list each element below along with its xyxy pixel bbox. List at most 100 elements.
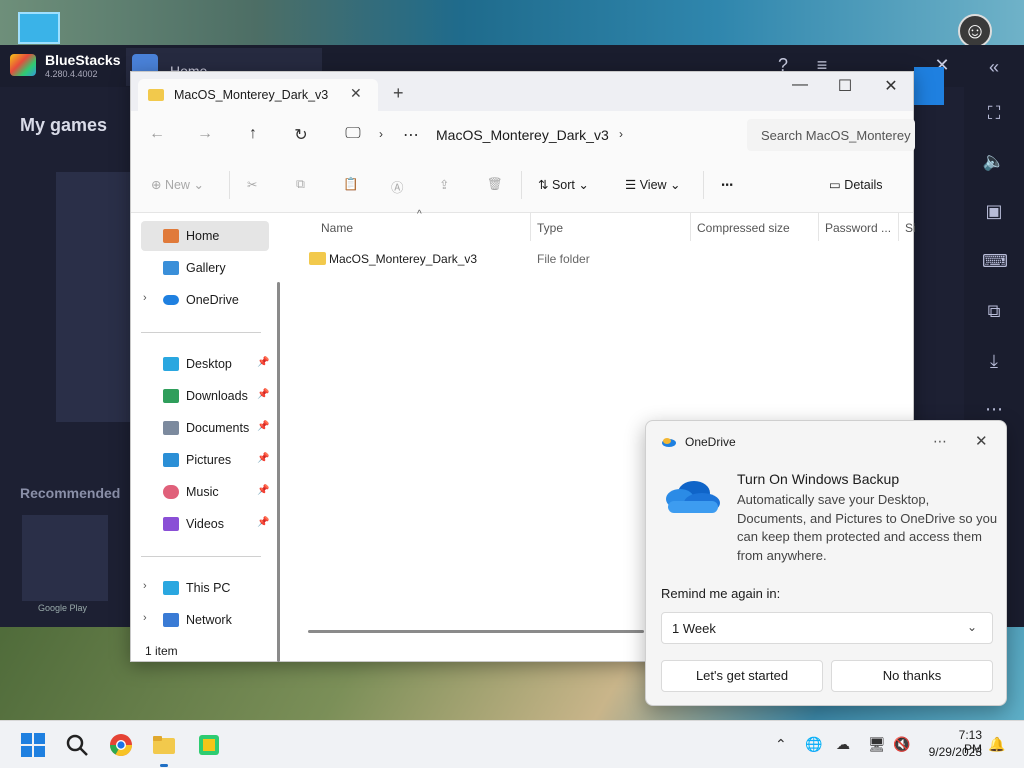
collapse-sidebar-icon[interactable]: « [982,57,1006,81]
navigation-pane: Home Gallery › OneDrive Desktop 📌 Downlo… [131,213,279,639]
lets-get-started-button[interactable]: Let's get started [661,660,823,692]
file-explorer-icon[interactable] [152,733,176,757]
pin-icon[interactable]: 📌 [257,453,269,464]
column-divider[interactable] [818,213,819,241]
folder-icon [148,89,164,101]
chevron-right-icon[interactable]: › [143,580,147,592]
pin-icon[interactable]: 📌 [257,421,269,432]
bluestacks-version: 4.280.4.4002 [45,69,98,79]
new-tab-icon[interactable]: + [393,83,404,104]
maximize-icon[interactable]: ☐ [830,76,860,96]
refresh-icon[interactable]: ↻ [291,125,311,145]
keyboard-icon[interactable]: ⌨ [982,251,1008,275]
nav-item-network[interactable]: › Network [141,605,269,635]
column-header-name[interactable]: Name [321,221,353,235]
table-row[interactable]: MacOS_Monterey_Dark_v3 File folder [299,245,899,271]
nav-scrollbar[interactable] [277,282,280,662]
share-icon[interactable]: ⇪ [439,177,449,192]
nav-item-videos[interactable]: Videos 📌 [141,509,269,539]
rename-icon[interactable]: Ⓐ [391,177,404,196]
new-button[interactable]: ⊕ New ⌄ [151,177,204,192]
notification-close-icon[interactable]: ✕ [975,432,988,450]
globe-icon[interactable]: 🌐 [805,736,822,753]
details-button[interactable]: ▭ Details [829,177,883,192]
nav-item-music[interactable]: Music 📌 [141,477,269,507]
back-arrow-icon[interactable]: ← [147,125,167,143]
column-header-type[interactable]: Type [537,221,563,235]
start-icon[interactable] [21,733,45,757]
sort-button[interactable]: ⇅ Sort ⌄ [538,177,589,192]
nav-item-onedrive[interactable]: › OneDrive [141,285,269,315]
explorer-tab[interactable]: MacOS_Monterey_Dark_v3 ✕ [138,79,378,111]
view-button[interactable]: ☰ View ⌄ [625,177,681,192]
volume-muted-icon[interactable]: 🔇 [893,736,910,753]
chrome-icon[interactable] [109,733,133,757]
nav-item-home[interactable]: Home [141,221,269,251]
notification-bell-icon[interactable]: 🔔 [988,736,1005,753]
clock-date[interactable]: 9/29/2023 [920,745,982,759]
nav-item-desktop[interactable]: Desktop 📌 [141,349,269,379]
new-label: New [164,178,190,192]
paste-icon[interactable]: 📋 [343,177,359,192]
nav-item-downloads[interactable]: Downloads 📌 [141,381,269,411]
remind-select[interactable]: 1 Week ⌄ [661,612,993,644]
divider [521,171,522,199]
nav-item-pictures[interactable]: Pictures 📌 [141,445,269,475]
column-divider[interactable] [898,213,899,241]
see-more-icon[interactable]: ⋯ [721,177,734,192]
pin-icon[interactable]: 📌 [257,389,269,400]
chevron-right-icon[interactable]: › [611,127,631,141]
nav-label: This PC [186,581,231,595]
horizontal-scrollbar[interactable] [308,630,644,633]
chevron-right-icon[interactable]: › [143,612,147,624]
this-pc-icon[interactable]: 🖵 [343,125,363,143]
notification-more-icon[interactable]: ⋯ [933,433,947,450]
volume-icon[interactable]: 🔈 [982,151,1006,175]
nav-item-gallery[interactable]: Gallery [141,253,269,283]
chevron-right-icon[interactable]: › [143,292,147,304]
multi-instance-icon[interactable]: ⧉ [982,301,1006,325]
nav-label: Videos [186,517,224,531]
google-play-card[interactable] [22,515,108,601]
delete-icon[interactable]: 🗑 [487,177,503,192]
forward-arrow-icon[interactable]: → [195,125,215,143]
bluestacks-icon[interactable] [197,733,221,757]
no-thanks-button[interactable]: No thanks [831,660,993,692]
copy-icon[interactable]: ⧉ [296,177,305,192]
screen-record-icon[interactable]: ▣ [982,201,1006,225]
up-arrow-icon[interactable]: ↑ [243,125,263,143]
apk-install-icon[interactable]: ⤓ [982,351,1006,375]
column-header-size[interactable]: Si [905,221,916,235]
chevron-up-icon[interactable]: ⌃ [775,736,787,753]
cut-icon[interactable]: ✂ [247,177,257,192]
window-close-icon[interactable]: ✕ [876,76,906,96]
nav-item-documents[interactable]: Documents 📌 [141,413,269,443]
column-header-compressed-size[interactable]: Compressed size [697,221,790,235]
desktop-shortcut-icon[interactable] [18,12,60,44]
column-divider[interactable] [530,213,531,241]
status-item-count: 1 item [145,644,178,658]
network-tray-icon[interactable]: 🖥 [868,736,886,753]
fullscreen-icon[interactable]: ⛶ [982,103,1006,127]
column-header-password[interactable]: Password ... [825,221,891,235]
column-divider[interactable] [690,213,691,241]
pin-icon[interactable]: 📌 [257,485,269,496]
minimize-icon[interactable]: — [785,76,815,94]
search-placeholder: Search MacOS_Monterey [761,128,911,143]
pin-icon[interactable]: 📌 [257,517,269,528]
this-pc-icon [163,581,179,595]
onedrive-tray-icon[interactable]: ☁ [836,736,850,753]
nav-divider [141,332,261,333]
more-locations-icon[interactable]: ⋯ [401,125,421,145]
pin-icon[interactable]: 📌 [257,357,269,368]
search-icon[interactable] [65,733,89,757]
game-card[interactable] [56,172,130,422]
nav-item-this-pc[interactable]: › This PC [141,573,269,603]
row-type: File folder [537,252,590,266]
nav-label: Desktop [186,357,232,371]
tab-close-icon[interactable]: ✕ [350,85,362,102]
search-input[interactable]: Search MacOS_Monterey [747,119,915,151]
user-account-icon[interactable]: ☺ [958,14,992,48]
bluestacks-search-button[interactable] [914,67,944,105]
breadcrumb-current[interactable]: MacOS_Monterey_Dark_v3 [436,127,609,143]
